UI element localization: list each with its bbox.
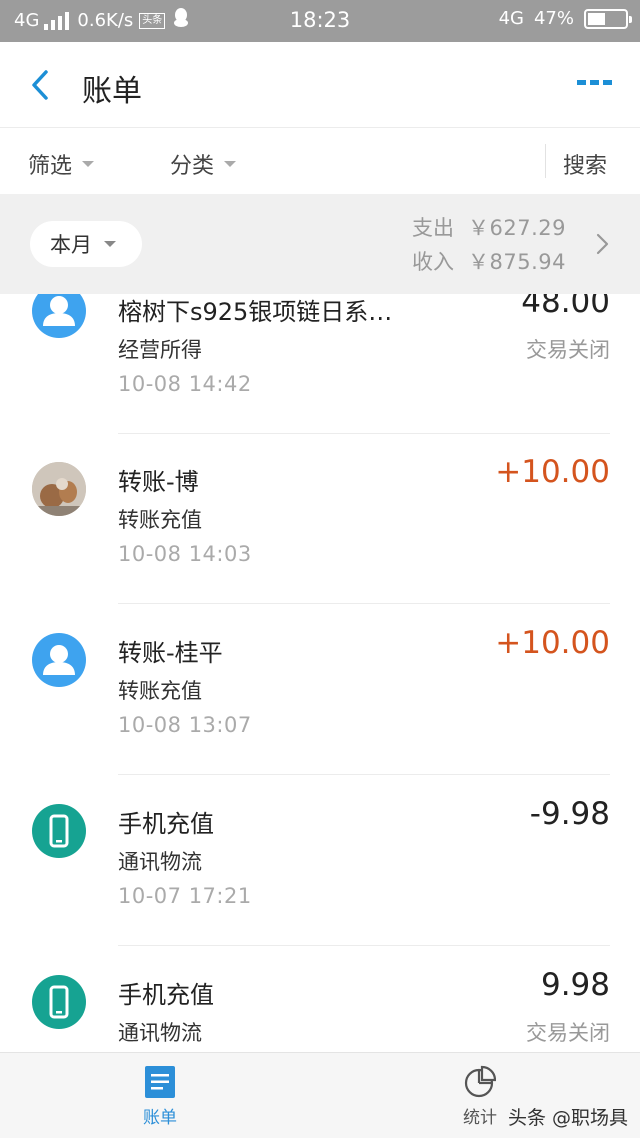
watermark: 头条 @职场具 xyxy=(507,1107,628,1129)
transaction-datetime: 10-08 14:42 xyxy=(118,372,252,396)
status-right: 4G 47% xyxy=(498,8,632,29)
income-label: 收入 xyxy=(412,250,455,274)
tab-bill[interactable]: 账单 xyxy=(120,1065,200,1128)
filter-bar: 筛选 分类 搜索 xyxy=(0,128,640,194)
transaction-amount: 48.00 xyxy=(521,294,610,320)
transaction-category: 经营所得 xyxy=(118,338,202,362)
transaction-category: 转账充值 xyxy=(118,679,202,703)
caret-down-icon xyxy=(82,161,95,167)
divider xyxy=(118,774,610,775)
list-item[interactable]: 榕树下s925银项链日系… 经营所得 10-08 14:42 48.00 交易关… xyxy=(0,294,640,434)
list-item[interactable]: 手机充值 通讯物流 10-07 17:21 -9.98 xyxy=(0,776,640,946)
expense-value: ￥627.29 xyxy=(468,216,566,240)
divider xyxy=(118,945,610,946)
transaction-status: 交易关闭 xyxy=(526,1021,610,1045)
transaction-datetime: 10-08 13:07 xyxy=(118,713,252,737)
caret-down-icon xyxy=(224,161,237,167)
transaction-category: 通讯物流 xyxy=(118,1021,202,1045)
transaction-status: 交易关闭 xyxy=(526,338,610,362)
transaction-amount: -9.98 xyxy=(529,796,610,832)
transaction-amount: 9.98 xyxy=(540,967,610,1003)
transaction-list[interactable]: 榕树下s925银项链日系… 经营所得 10-08 14:42 48.00 交易关… xyxy=(0,294,640,1052)
photo-avatar xyxy=(32,462,86,516)
month-selector[interactable]: 本月 xyxy=(30,221,142,267)
expense-label: 支出 xyxy=(412,216,455,240)
app-header: 账单 xyxy=(0,42,640,128)
category-label: 分类 xyxy=(170,154,215,179)
transaction-amount: +10.00 xyxy=(495,454,610,490)
phone-icon xyxy=(32,975,86,1029)
list-item[interactable]: 转账-桂平 转账充值 10-08 13:07 +10.00 xyxy=(0,605,640,775)
person-icon xyxy=(32,294,86,338)
expense-line: 支出 ￥627.29 xyxy=(412,212,566,242)
chevron-right-icon[interactable] xyxy=(594,232,610,256)
filter-label: 筛选 xyxy=(28,154,73,179)
phone-icon xyxy=(32,804,86,858)
transaction-datetime: 10-07 17:21 xyxy=(118,884,252,908)
transaction-name: 榕树下s925银项链日系… xyxy=(118,298,393,326)
month-label: 本月 xyxy=(50,233,92,257)
divider xyxy=(118,603,610,604)
category-dropdown[interactable]: 分类 xyxy=(170,148,237,180)
network-type-right: 4G xyxy=(498,8,524,29)
transaction-name: 手机充值 xyxy=(118,981,214,1009)
transaction-category: 通讯物流 xyxy=(118,850,202,874)
transaction-name: 转账-博 xyxy=(118,468,199,496)
month-summary[interactable]: 本月 支出 ￥627.29 收入 ￥875.94 xyxy=(0,194,640,294)
tab-bar: 账单 统计 头条 @职场具 xyxy=(0,1052,640,1138)
transaction-name: 手机充值 xyxy=(118,810,214,838)
income-line: 收入 ￥875.94 xyxy=(412,246,566,276)
battery-percent: 47% xyxy=(533,8,574,29)
transaction-datetime: 10-08 14:03 xyxy=(118,542,252,566)
pie-chart-icon xyxy=(464,1065,497,1099)
income-value: ￥875.94 xyxy=(468,250,566,274)
page-title: 账单 xyxy=(82,74,142,109)
search-button[interactable]: 搜索 xyxy=(563,148,607,180)
list-item[interactable]: 转账-博 转账充值 10-08 14:03 +10.00 xyxy=(0,434,640,604)
tab-bill-label: 账单 xyxy=(143,1108,177,1128)
person-icon xyxy=(32,633,86,687)
caret-down-icon xyxy=(104,241,116,247)
more-dots-icon[interactable] xyxy=(577,80,612,85)
transaction-name: 转账-桂平 xyxy=(118,639,223,667)
transaction-amount: +10.00 xyxy=(495,625,610,661)
filter-dropdown[interactable]: 筛选 xyxy=(28,148,95,180)
divider xyxy=(545,144,546,178)
transaction-category: 转账充值 xyxy=(118,508,202,532)
list-item[interactable]: 手机充值 通讯物流 9.98 交易关闭 xyxy=(0,947,640,1052)
status-bar: 4G 0.6K/s 头条 18:23 4G 47% xyxy=(0,0,640,42)
bill-icon xyxy=(144,1065,176,1099)
chevron-left-icon[interactable] xyxy=(26,66,62,104)
battery-icon xyxy=(584,8,632,29)
